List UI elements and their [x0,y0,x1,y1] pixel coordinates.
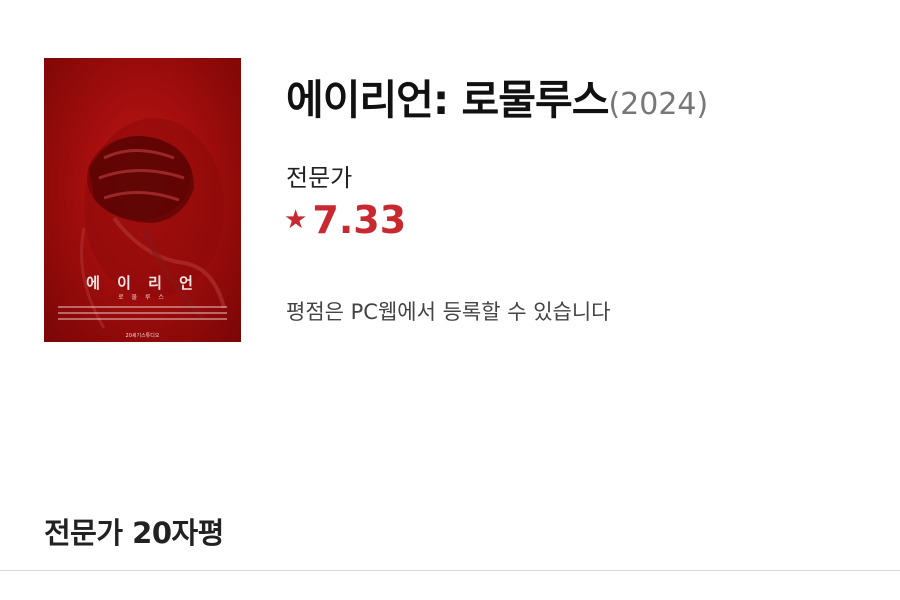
poster-studio: 20세기스튜디오 [125,333,160,339]
expert-rating: ★ 7.33 [284,198,406,242]
section-title-expert-reviews: 전문가 20자평 [44,516,224,550]
poster-credits [58,306,227,328]
poster-title: 에 이 리 언 [86,274,199,292]
poster-tagline [44,70,241,77]
rating-notice: 평점은 PC웹에서 등록할 수 있습니다 [286,300,611,324]
star-icon: ★ [284,205,308,235]
expert-rating-label: 전문가 [286,164,353,192]
poster-subtitle: 로 물 루 스 [118,294,167,301]
movie-title-block: 에이리언: 로물루스(2024) [286,66,708,126]
movie-year: (2024) [608,87,709,122]
divider [0,570,900,571]
rating-value: 7.33 [312,198,407,242]
movie-poster[interactable]: 에 이 리 언 로 물 루 스 20세기스튜디오 [44,58,241,342]
movie-title: 에이리언: 로물루스 [286,76,609,124]
